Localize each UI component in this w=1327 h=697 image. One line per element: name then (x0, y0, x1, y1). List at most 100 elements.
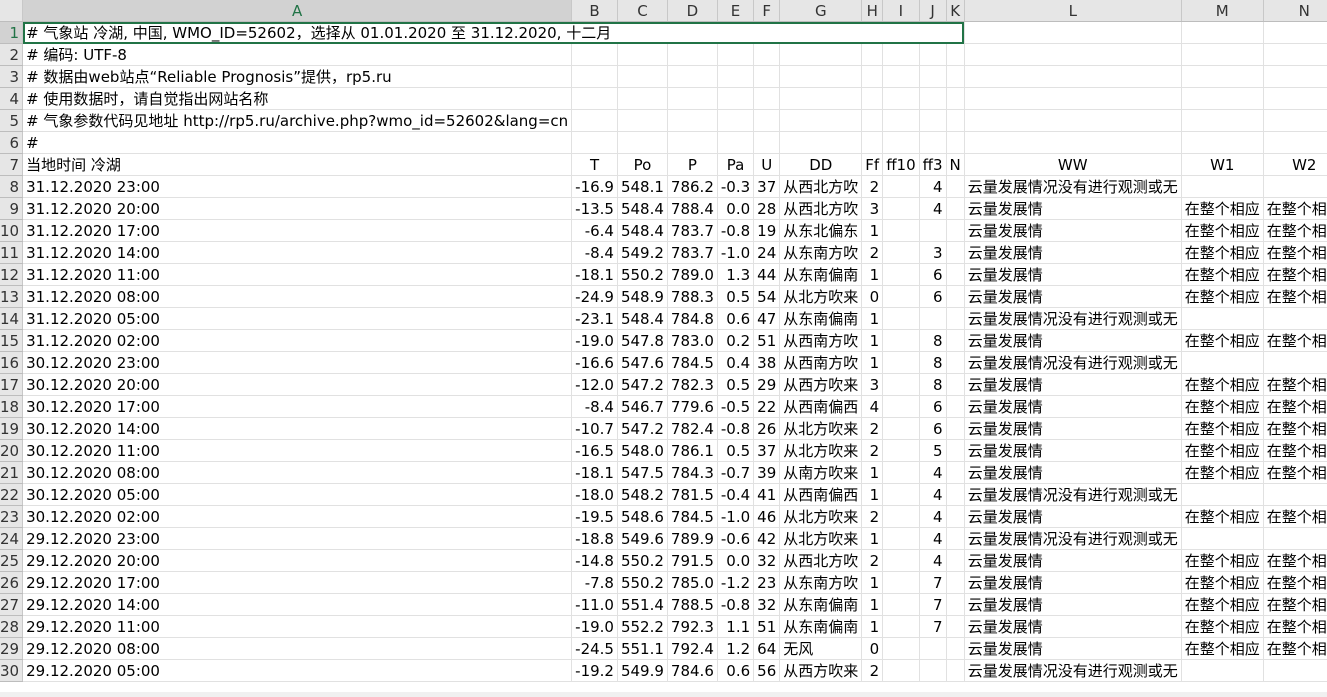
data-cell[interactable]: 在整个相应 (1263, 571, 1327, 594)
data-cell[interactable]: 30.12.2020 08:00 (22, 461, 573, 484)
data-cell[interactable]: 548.4 (617, 307, 668, 330)
empty-cell[interactable] (617, 109, 668, 132)
empty-cell[interactable] (571, 131, 618, 154)
empty-cell[interactable] (571, 109, 618, 132)
data-cell[interactable] (882, 637, 920, 660)
data-cell[interactable]: -1.0 (717, 505, 755, 528)
data-cell[interactable] (1181, 483, 1264, 506)
data-cell[interactable]: 5 (919, 439, 947, 462)
data-cell[interactable]: 1 (861, 329, 884, 352)
data-cell[interactable]: 在整个相应 (1263, 395, 1327, 418)
empty-cell[interactable] (1181, 131, 1264, 154)
data-cell[interactable]: 31.12.2020 20:00 (22, 197, 573, 220)
data-cell[interactable]: 7 (919, 615, 947, 638)
empty-cell[interactable] (779, 131, 863, 154)
data-cell[interactable]: 在整个相应 (1263, 329, 1327, 352)
data-cell[interactable]: 550.2 (617, 263, 668, 286)
data-cell[interactable]: -16.6 (571, 351, 618, 374)
data-cell[interactable]: 549.9 (617, 659, 668, 682)
data-cell[interactable]: 547.8 (617, 329, 668, 352)
empty-cell[interactable] (717, 109, 755, 132)
data-cell[interactable]: 云量发展情 (964, 285, 1182, 308)
row-header[interactable]: 16 (0, 351, 24, 374)
data-cell[interactable]: -0.8 (717, 219, 755, 242)
data-cell[interactable]: 在整个相应 (1263, 439, 1327, 462)
data-cell[interactable]: 786.1 (667, 439, 718, 462)
data-cell[interactable]: 在整个相应 (1181, 417, 1264, 440)
data-cell[interactable]: 31.12.2020 17:00 (22, 219, 573, 242)
data-cell[interactable]: 在整个相应 (1181, 219, 1264, 242)
data-cell[interactable]: 从东南方吹 (779, 571, 863, 594)
data-cell[interactable]: 789.0 (667, 263, 718, 286)
row-header[interactable]: 18 (0, 395, 24, 418)
data-cell[interactable]: 0.0 (717, 549, 755, 572)
data-cell[interactable]: 0.5 (717, 373, 755, 396)
empty-cell[interactable] (919, 87, 947, 110)
data-cell[interactable]: 788.3 (667, 285, 718, 308)
data-cell[interactable]: 1 (861, 219, 884, 242)
column-header-c[interactable]: C (617, 0, 668, 22)
data-cell[interactable]: 30.12.2020 02:00 (22, 505, 573, 528)
data-cell[interactable]: 46 (753, 505, 781, 528)
data-cell[interactable] (1181, 527, 1264, 550)
data-cell[interactable]: 1 (861, 461, 884, 484)
data-cell[interactable] (946, 571, 965, 594)
data-cell[interactable]: 从东北偏东 (779, 219, 863, 242)
empty-cell[interactable] (919, 65, 947, 88)
data-cell[interactable]: 1.2 (717, 637, 755, 660)
data-cell[interactable]: 546.7 (617, 395, 668, 418)
data-cell[interactable]: 28 (753, 197, 781, 220)
data-cell[interactable]: 47 (753, 307, 781, 330)
data-cell[interactable]: 2 (861, 505, 884, 528)
data-cell[interactable]: -8.4 (571, 395, 618, 418)
data-cell[interactable]: -24.5 (571, 637, 618, 660)
data-cell[interactable]: 0.6 (717, 307, 755, 330)
data-cell[interactable]: 788.4 (667, 197, 718, 220)
empty-cell[interactable] (617, 87, 668, 110)
data-cell[interactable]: 2 (861, 439, 884, 462)
comment-cell[interactable]: # 使用数据时，请自觉指出网站名称 (22, 87, 573, 110)
data-cell[interactable]: -0.4 (717, 483, 755, 506)
row-header[interactable]: 11 (0, 241, 24, 264)
data-cell[interactable]: 548.9 (617, 285, 668, 308)
data-cell[interactable]: 4 (919, 527, 947, 550)
data-cell[interactable]: 29 (753, 373, 781, 396)
empty-cell[interactable] (717, 65, 755, 88)
data-cell[interactable]: 从东南偏南 (779, 263, 863, 286)
data-cell[interactable]: 51 (753, 615, 781, 638)
spreadsheet-grid[interactable]: ABCDEFGHIJKLMN 1 # 气象站 冷湖, 中国, WMO_ID=526… (0, 0, 1327, 682)
data-cell[interactable]: 788.5 (667, 593, 718, 616)
data-cell[interactable]: 552.2 (617, 615, 668, 638)
data-cell[interactable]: 从北方吹来 (779, 505, 863, 528)
data-cell[interactable]: 0.6 (717, 659, 755, 682)
data-cell[interactable]: 在整个相应 (1181, 373, 1264, 396)
empty-cell[interactable] (946, 65, 965, 88)
data-cell[interactable]: 29.12.2020 14:00 (22, 593, 573, 616)
data-cell[interactable]: 547.2 (617, 373, 668, 396)
data-cell[interactable]: 0.4 (717, 351, 755, 374)
data-cell[interactable] (1263, 351, 1327, 374)
data-cell[interactable]: 547.5 (617, 461, 668, 484)
row-header[interactable]: 2 (0, 43, 24, 66)
row-header[interactable]: 17 (0, 373, 24, 396)
data-cell[interactable]: 云量发展情况没有进行观测或无 (964, 175, 1182, 198)
data-cell[interactable]: 30.12.2020 14:00 (22, 417, 573, 440)
data-cell[interactable]: 38 (753, 351, 781, 374)
row-header[interactable]: 23 (0, 505, 24, 528)
data-cell[interactable]: 548.0 (617, 439, 668, 462)
empty-cell[interactable] (946, 87, 965, 110)
data-cell[interactable]: 在整个相应 (1181, 615, 1264, 638)
row-header[interactable]: 30 (0, 659, 24, 682)
data-cell[interactable]: 549.6 (617, 527, 668, 550)
data-cell[interactable]: 2 (861, 175, 884, 198)
empty-cell[interactable] (861, 43, 884, 66)
data-cell[interactable]: 6 (919, 263, 947, 286)
data-cell[interactable]: 从西北方吹 (779, 549, 863, 572)
data-cell[interactable] (882, 263, 920, 286)
column-header-j[interactable]: J (919, 0, 947, 22)
row-header[interactable]: 15 (0, 329, 24, 352)
data-cell[interactable]: 3 (861, 373, 884, 396)
empty-cell[interactable] (717, 43, 755, 66)
data-cell[interactable] (882, 417, 920, 440)
data-cell[interactable] (882, 549, 920, 572)
